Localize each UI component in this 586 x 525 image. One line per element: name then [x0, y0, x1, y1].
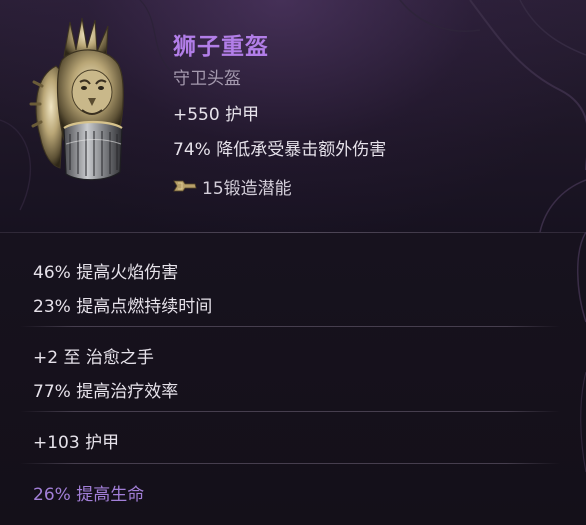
item-type: 守卫头盔 — [173, 69, 241, 89]
forging-potential: 15锻造潜能 — [173, 174, 292, 199]
forge-hammer-icon — [173, 180, 197, 192]
lion-helmet-icon — [29, 17, 124, 181]
item-tooltip: 狮子重盔 守卫头盔 +550 护甲 74% 降低承受暴击额外伤害 15锻造潜能 … — [0, 0, 586, 525]
affix-divider — [20, 326, 560, 327]
affix-healing-hands-skill: +2 至 治愈之手 — [33, 348, 154, 368]
frame-edge-ornament — [577, 232, 586, 473]
header-divider — [0, 232, 586, 233]
affix-increased-health: 26% 提高生命 — [33, 485, 145, 505]
forging-potential-text: 15锻造潜能 — [202, 178, 292, 199]
base-stat-armor: +550 护甲 — [173, 105, 260, 125]
tooltip-header: 狮子重盔 守卫头盔 +550 护甲 74% 降低承受暴击额外伤害 15锻造潜能 — [0, 0, 586, 232]
affix-ignite-duration: 23% 提高点燃持续时间 — [33, 297, 213, 317]
affix-fire-damage: 46% 提高火焰伤害 — [33, 263, 179, 283]
affix-healing-effectiveness: 77% 提高治疗效率 — [33, 382, 179, 402]
affix-divider — [20, 463, 560, 464]
affix-divider — [20, 411, 560, 412]
item-name: 狮子重盔 — [173, 34, 269, 60]
affix-armor: +103 护甲 — [33, 433, 120, 453]
base-stat-crit-reduction: 74% 降低承受暴击额外伤害 — [173, 140, 387, 160]
